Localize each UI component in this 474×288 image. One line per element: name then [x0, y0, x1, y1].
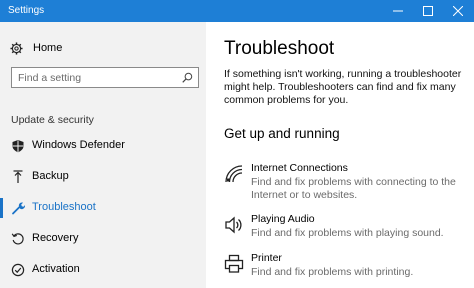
search-icon[interactable] [182, 72, 193, 83]
troubleshooter-internet-connections[interactable]: Internet Connections Find and fix proble… [224, 162, 474, 201]
activation-check-icon [11, 263, 25, 277]
intro-text: If something isn't working, running a tr… [224, 68, 462, 106]
sidebar-item-label: Recovery [32, 232, 79, 244]
maximize-button[interactable] [413, 0, 443, 22]
gear-icon [10, 41, 23, 55]
close-icon [453, 6, 463, 16]
minimize-icon [393, 10, 403, 12]
sidebar-item-label: Backup [32, 170, 69, 182]
sidebar-item-troubleshoot[interactable]: Troubleshoot [0, 196, 206, 220]
page-title: Troubleshoot [224, 38, 335, 59]
troubleshooter-name: Printer [251, 252, 282, 264]
troubleshooter-description: Find and fix problems with connecting to… [251, 176, 456, 201]
troubleshooter-name: Playing Audio [251, 213, 315, 225]
active-indicator [0, 198, 3, 218]
speaker-icon [225, 216, 242, 234]
troubleshooter-name: Internet Connections [251, 162, 348, 174]
sidebar-item-label: Troubleshoot [32, 201, 96, 213]
wifi-icon [225, 165, 243, 183]
home-link[interactable]: Home [10, 40, 62, 56]
sidebar-item-label: Windows Defender [32, 139, 125, 151]
shield-icon [12, 140, 24, 153]
sidebar: Home Update & security Windows Defender … [0, 22, 206, 288]
troubleshooter-playing-audio[interactable]: Playing Audio Find and fix problems with… [224, 213, 474, 243]
sidebar-item-windows-defender[interactable]: Windows Defender [0, 134, 206, 158]
sidebar-item-activation[interactable]: Activation [0, 258, 206, 282]
sidebar-item-backup[interactable]: Backup [0, 165, 206, 189]
maximize-icon [423, 6, 433, 16]
main-content: Troubleshoot If something isn't working,… [206, 22, 474, 288]
troubleshooter-printer[interactable]: Printer Find and fix problems with print… [224, 252, 474, 282]
sidebar-item-label: Activation [32, 263, 80, 275]
section-label: Update & security [11, 114, 94, 126]
minimize-button[interactable] [383, 0, 413, 22]
search-box[interactable] [11, 67, 199, 88]
close-button[interactable] [443, 0, 473, 22]
section-heading: Get up and running [224, 126, 340, 141]
recovery-icon [11, 233, 24, 245]
window-title: Settings [8, 5, 45, 16]
troubleshooter-description: Find and fix problems with playing sound… [251, 227, 444, 239]
backup-arrow-icon [13, 170, 23, 183]
wrench-icon [12, 202, 25, 215]
troubleshooter-description: Find and fix problems with printing. [251, 266, 414, 278]
sidebar-item-recovery[interactable]: Recovery [0, 227, 206, 251]
title-bar: Settings [0, 0, 474, 22]
printer-icon [224, 254, 244, 273]
home-label: Home [33, 42, 63, 54]
search-input[interactable] [18, 70, 178, 85]
